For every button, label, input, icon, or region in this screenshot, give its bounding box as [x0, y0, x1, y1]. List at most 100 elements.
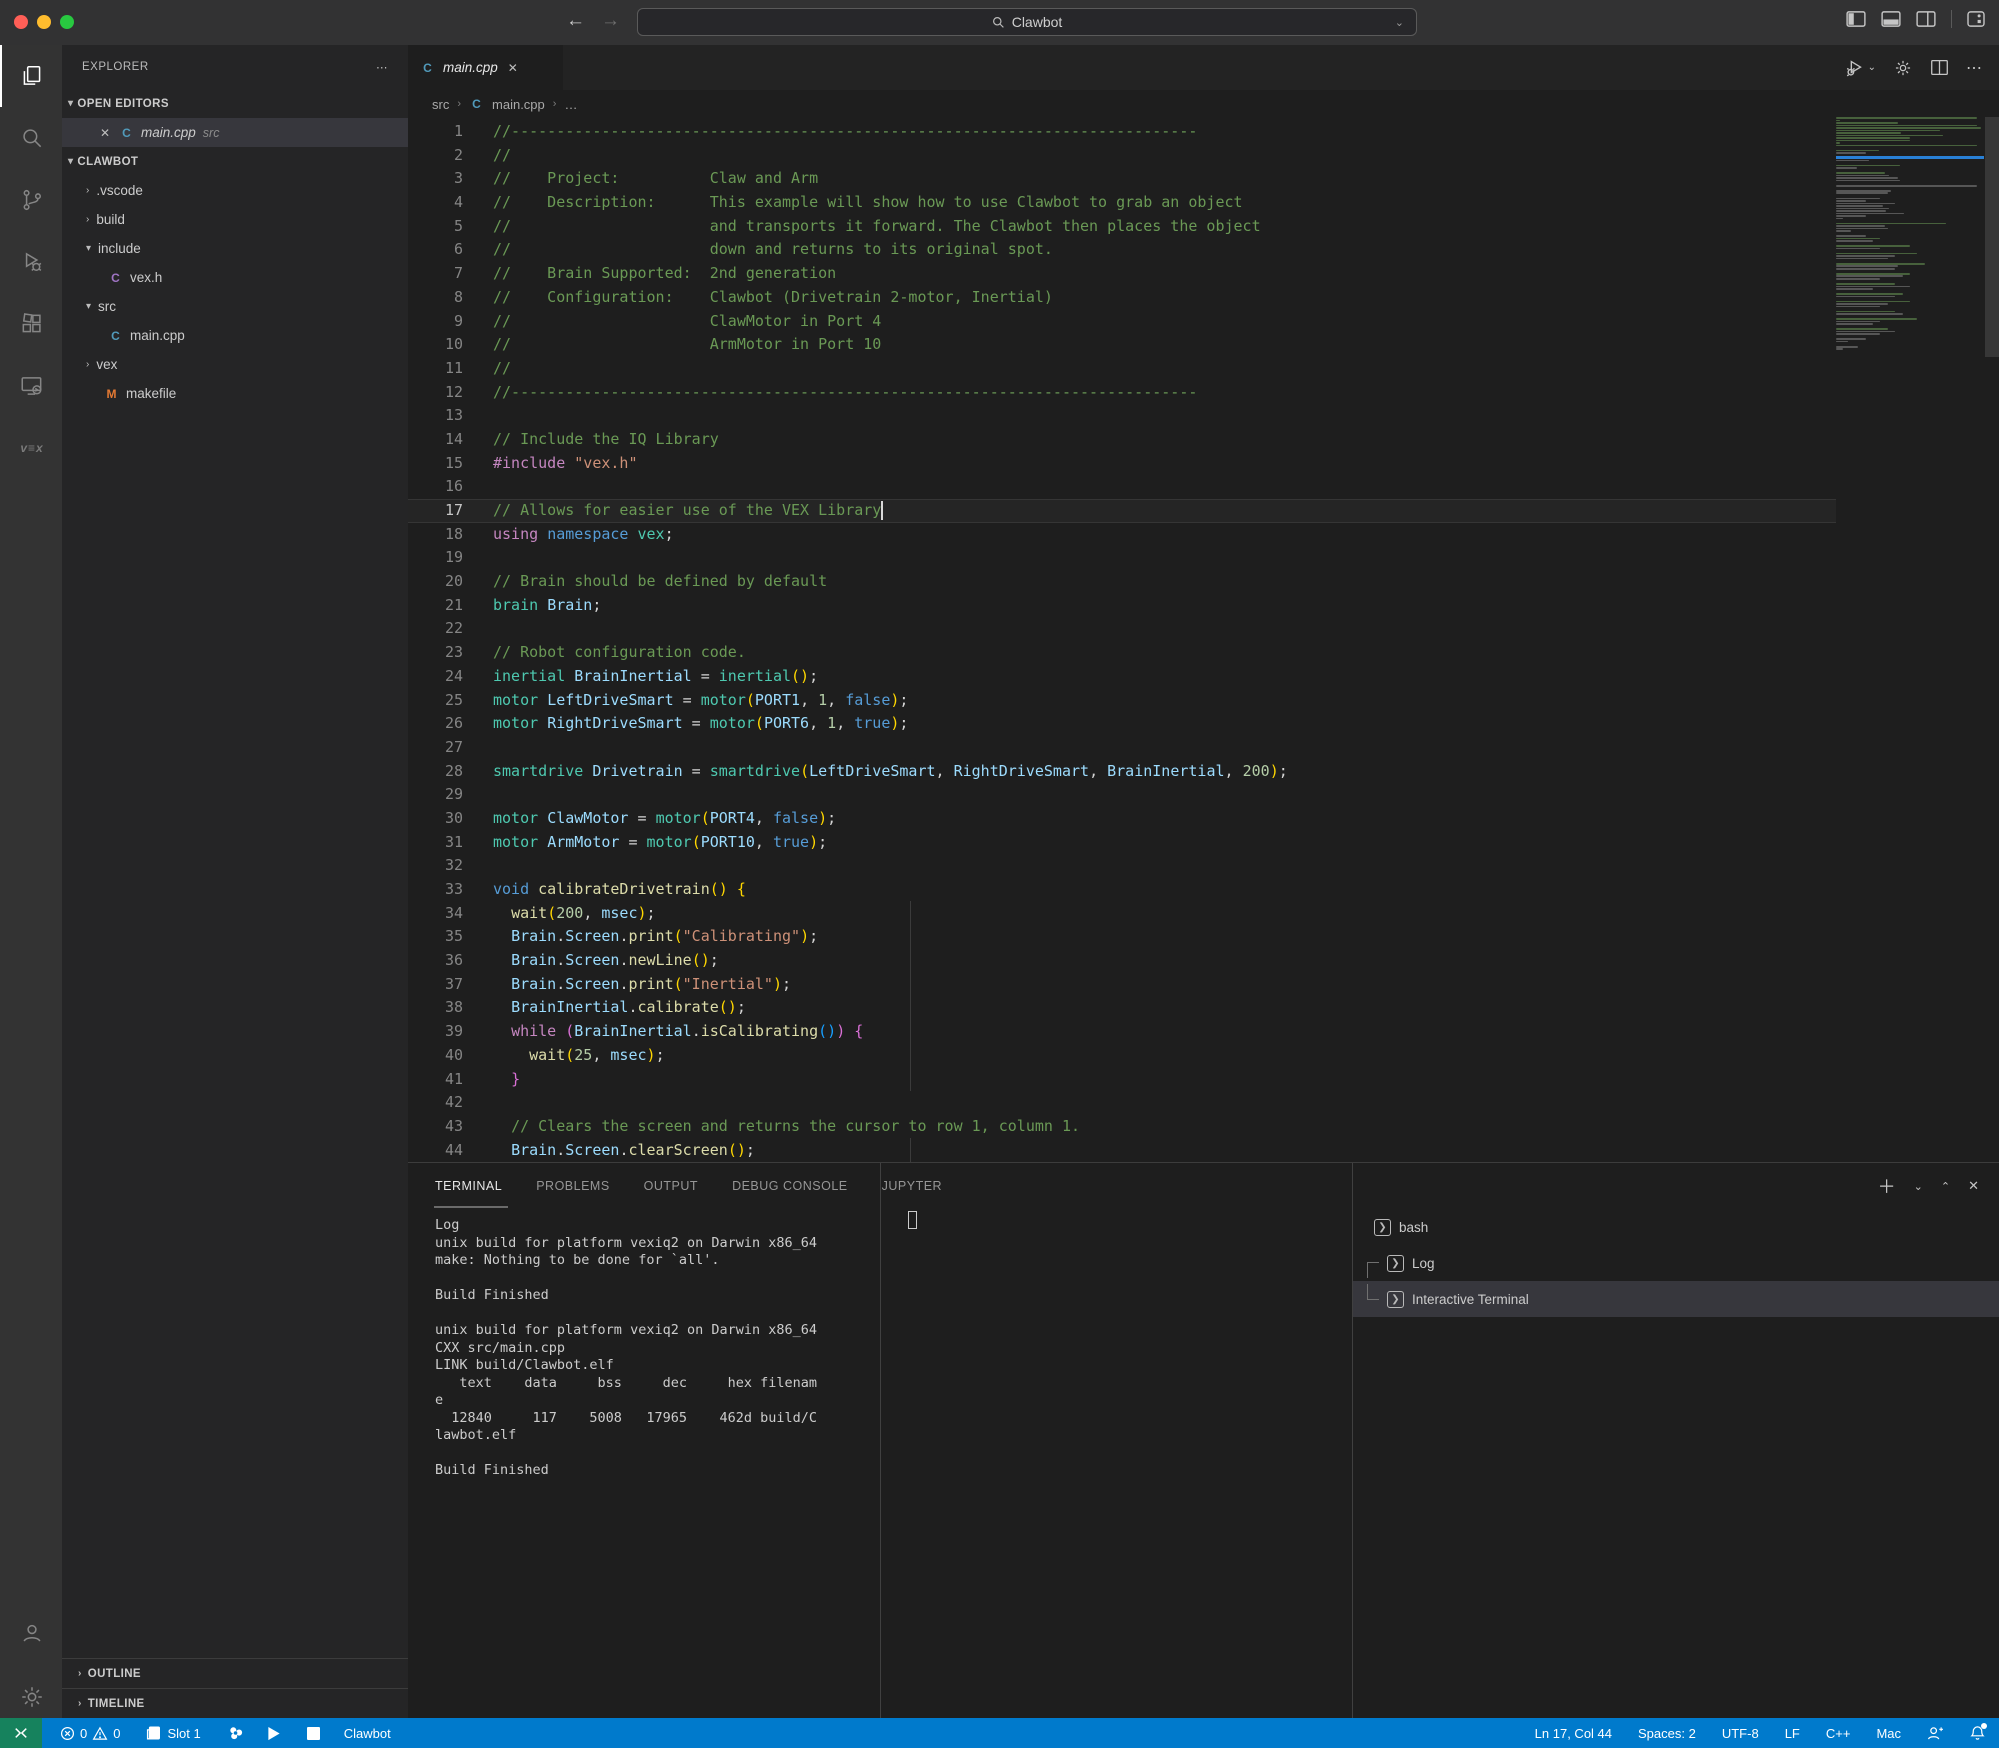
code-line-31[interactable]: 31 motor ArmMotor = motor(PORT10, true); [408, 831, 1999, 855]
tree-item-include[interactable]: ▾ include [62, 234, 408, 263]
breadcrumb[interactable]: src › C main.cpp › … [408, 90, 1999, 118]
panel-tab-terminal[interactable]: TERMINAL [435, 1179, 502, 1193]
activity-bar-item-vex[interactable]: v≡x [0, 417, 62, 479]
chevron-down-icon[interactable]: ⌄ [1395, 16, 1404, 29]
code-line-39[interactable]: 39 while (BrainInertial.isCalibrating())… [408, 1020, 1999, 1044]
code-line-42[interactable]: 42 [408, 1091, 1999, 1115]
project-name-status[interactable]: Clawbot [344, 1726, 391, 1741]
code-line-41[interactable]: 41 } [408, 1068, 1999, 1092]
panel-tab-jupyter[interactable]: JUPYTER [882, 1179, 942, 1193]
activity-bar-item-source-control[interactable] [0, 169, 62, 231]
panel-tab-problems[interactable]: PROBLEMS [536, 1179, 609, 1193]
problems-status[interactable]: 0 0 [60, 1726, 120, 1741]
tree-item-src[interactable]: ▾ src [62, 292, 408, 321]
pane-divider[interactable] [880, 1163, 881, 1719]
code-line-7[interactable]: 7// Brain Supported: 2nd generation [408, 262, 1999, 286]
code-line-17[interactable]: 17// Allows for easier use of the VEX Li… [408, 499, 1836, 523]
activity-bar-item-account[interactable] [0, 1602, 62, 1664]
code-line-10[interactable]: 10// ArmMotor in Port 10 [408, 333, 1999, 357]
customize-layout-icon[interactable] [1967, 11, 1985, 27]
terminal-list-item-bash[interactable]: ❯ bash [1353, 1209, 1999, 1245]
toggle-secondary-sidebar-icon[interactable] [1916, 11, 1936, 27]
outline-section-header[interactable]: › OUTLINE [62, 1658, 408, 1688]
breadcrumb-symbol[interactable]: … [564, 97, 577, 112]
code-line-1[interactable]: 1//-------------------------------------… [408, 120, 1999, 144]
editor-scrollbar[interactable] [1985, 117, 1999, 357]
open-editors-header[interactable]: ▾ OPEN EDITORS [62, 89, 408, 118]
code-line-37[interactable]: 37 Brain.Screen.print("Inertial"); [408, 973, 1999, 997]
activity-bar-item-search[interactable] [0, 107, 62, 169]
run-or-debug-icon[interactable]: ⌄ [1844, 57, 1876, 79]
tree-item-makefile[interactable]: Mmakefile [62, 379, 408, 408]
status-item-mac[interactable]: Mac [1876, 1726, 1901, 1741]
code-line-8[interactable]: 8// Configuration: Clawbot (Drivetrain 2… [408, 286, 1999, 310]
code-line-32[interactable]: 32 [408, 854, 1999, 878]
code-line-38[interactable]: 38 BrainInertial.calibrate(); [408, 996, 1999, 1020]
code-line-28[interactable]: 28 smartdrive Drivetrain = smartdrive(Lef… [408, 760, 1999, 784]
code-line-40[interactable]: 40 wait(25, msec); [408, 1044, 1999, 1068]
minimize-window-button[interactable] [37, 15, 51, 29]
terminal-list-item-log[interactable]: ❯ Log [1353, 1245, 1999, 1281]
code-line-29[interactable]: 29 [408, 783, 1999, 807]
code-line-22[interactable]: 22 [408, 617, 1999, 641]
slot-selector[interactable]: Slot 1 [146, 1725, 201, 1741]
code-line-3[interactable]: 3// Project: Claw and Arm [408, 167, 1999, 191]
code-line-43[interactable]: 43 // Clears the screen and returns the … [408, 1115, 1999, 1139]
code-line-27[interactable]: 27 [408, 736, 1999, 760]
code-line-2[interactable]: 2// [408, 144, 1999, 168]
code-line-44[interactable]: 44 Brain.Screen.clearScreen(); [408, 1139, 1999, 1162]
code-line-6[interactable]: 6// down and returns to its original spo… [408, 238, 1999, 262]
new-terminal-icon[interactable]: ＋ [1878, 1173, 1896, 1199]
close-icon[interactable]: ✕ [98, 126, 112, 140]
tree-item-vex[interactable]: › vex [62, 350, 408, 379]
panel-tab-debug-console[interactable]: DEBUG CONSOLE [732, 1179, 848, 1193]
code-line-19[interactable]: 19 [408, 546, 1999, 570]
code-line-4[interactable]: 4// Description: This example will show … [408, 191, 1999, 215]
stop-program-button[interactable] [306, 1726, 320, 1740]
vex-device-icon[interactable] [227, 1725, 245, 1741]
code-line-16[interactable]: 16 [408, 475, 1999, 499]
tree-item-vex-h[interactable]: Cvex.h [62, 263, 408, 292]
more-actions-icon[interactable]: ⋯ [376, 60, 388, 74]
code-line-23[interactable]: 23// Robot configuration code. [408, 641, 1999, 665]
activity-bar-item-extensions[interactable] [0, 293, 62, 355]
run-program-button[interactable] [267, 1726, 281, 1741]
code-editor[interactable]: 1//-------------------------------------… [408, 118, 1999, 1162]
code-line-24[interactable]: 24 inertial BrainInertial = inertial(); [408, 665, 1999, 689]
terminal-list-item-interactive-terminal[interactable]: ❯ Interactive Terminal [1353, 1281, 1999, 1317]
status-item-spaces-2[interactable]: Spaces: 2 [1638, 1726, 1696, 1741]
code-line-20[interactable]: 20// Brain should be defined by default [408, 570, 1999, 594]
close-panel-icon[interactable]: ✕ [1968, 1178, 1979, 1194]
project-root-header[interactable]: ▾ CLAWBOT [62, 147, 408, 176]
tree-item--vscode[interactable]: › .vscode [62, 176, 408, 205]
zoom-window-button[interactable] [60, 15, 74, 29]
panel-tab-output[interactable]: OUTPUT [644, 1179, 698, 1193]
notifications-bell-icon[interactable] [1970, 1723, 1987, 1741]
status-item-ln-17-col-44[interactable]: Ln 17, Col 44 [1535, 1726, 1612, 1741]
code-line-35[interactable]: 35 Brain.Screen.print("Calibrating"); [408, 925, 1999, 949]
command-center-search[interactable]: Clawbot ⌄ [637, 8, 1417, 36]
activity-bar-item-explorer[interactable] [0, 45, 62, 107]
forward-arrow-icon[interactable]: → [601, 10, 620, 32]
code-line-14[interactable]: 14// Include the IQ Library [408, 428, 1999, 452]
code-line-11[interactable]: 11// [408, 357, 1999, 381]
code-line-34[interactable]: 34 wait(200, msec); [408, 902, 1999, 926]
status-item-lf[interactable]: LF [1785, 1726, 1800, 1741]
code-line-25[interactable]: 25 motor LeftDriveSmart = motor(PORT1, 1,… [408, 689, 1999, 713]
terminal-output[interactable]: Log unix build for platform vexiq2 on Dar… [435, 1217, 880, 1480]
feedback-icon[interactable] [1927, 1726, 1944, 1741]
chevron-down-icon[interactable]: ⌄ [1914, 1180, 1923, 1193]
status-item-utf-8[interactable]: UTF-8 [1722, 1726, 1759, 1741]
remote-indicator[interactable] [0, 1718, 42, 1748]
breadcrumb-src[interactable]: src [432, 97, 449, 112]
open-editor-item-main-cpp[interactable]: ✕ C main.cpp src [62, 118, 408, 147]
back-arrow-icon[interactable]: ← [566, 10, 585, 32]
split-editor-icon[interactable] [1930, 58, 1949, 77]
minimap[interactable] [1836, 117, 1984, 357]
code-line-5[interactable]: 5// and transports it forward. The Clawb… [408, 215, 1999, 239]
code-line-13[interactable]: 13 [408, 404, 1999, 428]
code-line-33[interactable]: 33 void calibrateDrivetrain() { [408, 878, 1999, 902]
toggle-primary-sidebar-icon[interactable] [1846, 11, 1866, 27]
breadcrumb-main-cpp[interactable]: main.cpp [492, 97, 545, 112]
timeline-section-header[interactable]: › TIMELINE [62, 1688, 408, 1718]
